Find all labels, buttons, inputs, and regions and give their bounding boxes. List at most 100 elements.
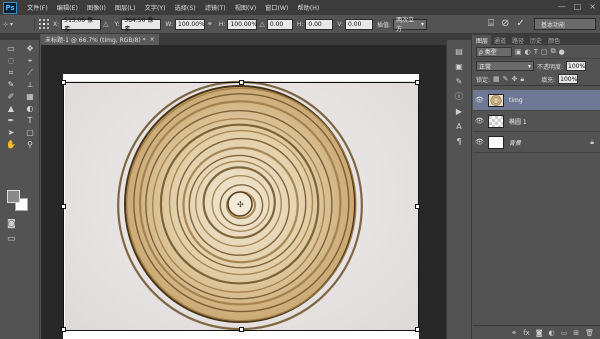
brush-panel-icon[interactable]: ✎ bbox=[452, 76, 466, 87]
history-icon[interactable]: ▤ bbox=[452, 46, 466, 57]
screen-mode-icon[interactable]: ▭ bbox=[7, 234, 16, 244]
workspace-switcher[interactable]: 基本功能 bbox=[534, 18, 596, 30]
transform-handle-bottom-right[interactable] bbox=[415, 327, 420, 332]
layer-row-timg[interactable]: 👁︎ timg bbox=[473, 90, 600, 111]
tab-color[interactable]: 颜色 bbox=[545, 35, 563, 45]
angle-field[interactable]: 0.00 bbox=[266, 18, 293, 30]
mask-icon[interactable]: ◙ bbox=[536, 329, 543, 337]
marquee-tool-icon[interactable]: ▭ bbox=[3, 43, 19, 54]
filter-toggle-icon[interactable]: ● bbox=[559, 48, 565, 56]
quick-mask-icon[interactable]: ◙ bbox=[7, 219, 16, 229]
actions-icon[interactable]: ▶ bbox=[452, 106, 466, 117]
eye-icon[interactable]: 👁︎ bbox=[473, 117, 486, 125]
brush-tool-icon[interactable]: ⟂ bbox=[22, 79, 38, 90]
type-filter-icon[interactable]: T bbox=[534, 48, 538, 56]
close-tab-icon[interactable]: × bbox=[150, 36, 155, 43]
link-icon[interactable]: ⚭ bbox=[511, 329, 517, 337]
shape-tool-icon[interactable]: ▢ bbox=[22, 127, 38, 138]
eye-icon[interactable]: 👁︎ bbox=[473, 96, 486, 104]
type-tool-icon[interactable]: T bbox=[22, 115, 38, 126]
height-field[interactable]: 100.00% bbox=[227, 18, 258, 30]
new-layer-icon[interactable]: ⊞ bbox=[573, 329, 579, 337]
y-position-field[interactable]: 384.50 像素 bbox=[121, 17, 162, 33]
layer-row-ellipse[interactable]: 👁︎ 椭圆 1 bbox=[473, 111, 600, 132]
warp-icon[interactable]: ⌸ bbox=[488, 18, 494, 29]
character-icon[interactable]: A bbox=[452, 121, 466, 132]
commit-icon[interactable]: ✓ bbox=[516, 18, 524, 29]
shape-filter-icon[interactable]: ▢ bbox=[541, 48, 548, 56]
hand-tool-icon[interactable]: ✋ bbox=[3, 139, 19, 150]
vertical-skew-field[interactable]: 0.00 bbox=[345, 18, 374, 30]
properties-icon[interactable]: ▣ bbox=[452, 61, 466, 72]
canvas-area[interactable]: ✣ bbox=[41, 45, 446, 339]
foreground-color-swatch[interactable] bbox=[7, 190, 20, 203]
fill-field[interactable]: 100% bbox=[558, 74, 579, 84]
zoom-tool-icon[interactable]: ⚲ bbox=[22, 139, 38, 150]
lock-transparent-icon[interactable]: ▦ bbox=[493, 75, 500, 83]
menu-view[interactable]: 视图(V) bbox=[235, 3, 256, 12]
clone-stamp-tool-icon[interactable]: ✐ bbox=[3, 91, 19, 102]
menu-layer[interactable]: 图层(L) bbox=[115, 3, 136, 12]
blend-mode-select[interactable]: 正常 ▾ bbox=[476, 61, 534, 71]
path-select-tool-icon[interactable]: ➤ bbox=[3, 127, 19, 138]
pixel-filter-icon[interactable]: ▣ bbox=[515, 48, 522, 56]
lasso-tool-icon[interactable]: ◌ bbox=[3, 55, 19, 66]
horizontal-skew-field[interactable]: 0.00 bbox=[305, 18, 334, 30]
layer-filter-select[interactable]: ρ 类型 bbox=[476, 46, 512, 57]
group-icon[interactable]: ▭ bbox=[561, 329, 568, 337]
reference-point-icon[interactable] bbox=[38, 19, 49, 30]
tab-channels[interactable]: 通道 bbox=[491, 35, 509, 45]
close-window-icon[interactable]: × bbox=[589, 2, 596, 11]
fx-icon[interactable]: fx bbox=[523, 329, 530, 337]
menu-window[interactable]: 窗口(W) bbox=[265, 3, 288, 12]
menu-filter[interactable]: 滤镜(T) bbox=[205, 3, 226, 12]
transform-handle-top-left[interactable] bbox=[61, 80, 66, 85]
transform-handle-bottom[interactable] bbox=[239, 327, 244, 332]
transform-handle-top[interactable] bbox=[239, 80, 244, 85]
paragraph-icon[interactable]: ¶ bbox=[452, 136, 466, 147]
menu-type[interactable]: 文字(Y) bbox=[145, 3, 166, 12]
menu-help[interactable]: 帮助(H) bbox=[297, 3, 319, 12]
history-brush-tool-icon[interactable]: ▦ bbox=[22, 91, 38, 102]
transform-handle-left[interactable] bbox=[61, 204, 66, 209]
crop-tool-icon[interactable]: ⌗ bbox=[3, 67, 19, 78]
tab-paths[interactable]: 路径 bbox=[509, 35, 527, 45]
lock-pixels-icon[interactable]: ✎ bbox=[503, 75, 509, 83]
tool-preset-picker[interactable]: ⊹ ▾ bbox=[3, 18, 31, 31]
adjustment-filter-icon[interactable]: ◐ bbox=[525, 48, 531, 56]
tab-history[interactable]: 历史 bbox=[527, 35, 545, 45]
smart-object-filter-icon[interactable]: ⧉ bbox=[551, 47, 556, 56]
transform-handle-top-right[interactable] bbox=[415, 80, 420, 85]
eraser-tool-icon[interactable]: ▲ bbox=[3, 103, 19, 114]
opacity-field[interactable]: 100% bbox=[566, 61, 587, 71]
eyedropper-tool-icon[interactable]: ⟋ bbox=[22, 67, 38, 78]
width-field[interactable]: 100.00% bbox=[175, 18, 206, 30]
info-icon[interactable]: ⓘ bbox=[452, 91, 466, 102]
trash-icon[interactable]: 🗑︎ bbox=[585, 329, 594, 337]
layer-row-background[interactable]: 👁︎ 背景 🔒︎ bbox=[473, 132, 600, 153]
minimize-icon[interactable]: — bbox=[558, 2, 566, 11]
move-tool-icon[interactable]: ✥ bbox=[22, 43, 38, 54]
pen-tool-icon[interactable]: ✒ bbox=[3, 115, 19, 126]
interpolation-select[interactable]: 两次立方 ▾ bbox=[393, 17, 428, 33]
cancel-icon[interactable]: ⊘ bbox=[501, 18, 509, 29]
healing-brush-tool-icon[interactable]: ✎ bbox=[3, 79, 19, 90]
x-position-field[interactable]: 513.00 像素 bbox=[61, 17, 102, 33]
menu-image[interactable]: 图像(I) bbox=[87, 3, 106, 12]
menu-select[interactable]: 选择(S) bbox=[175, 3, 196, 12]
maximize-icon[interactable]: □ bbox=[574, 2, 582, 11]
eye-icon[interactable]: 👁︎ bbox=[473, 138, 486, 146]
lock-position-icon[interactable]: ✥ bbox=[512, 75, 518, 83]
transform-handle-right[interactable] bbox=[415, 204, 420, 209]
lock-all-icon[interactable]: 🔒︎ bbox=[520, 75, 524, 84]
menu-file[interactable]: 文件(F) bbox=[27, 3, 48, 12]
transform-handle-bottom-left[interactable] bbox=[61, 327, 66, 332]
tab-layers[interactable]: 图层 bbox=[473, 35, 492, 45]
adjustment-icon[interactable]: ◐ bbox=[549, 329, 555, 337]
document-tab[interactable]: 未标题-1 @ 66.7% (timg, RGB/8) * × bbox=[41, 34, 159, 45]
quick-select-tool-icon[interactable]: ⌖ bbox=[22, 55, 38, 66]
gradient-tool-icon[interactable]: ◐ bbox=[22, 103, 38, 114]
transform-bounding-box[interactable] bbox=[61, 80, 420, 332]
link-icon[interactable]: ⚭ bbox=[207, 20, 213, 28]
delta-icon[interactable]: △ bbox=[103, 20, 108, 28]
